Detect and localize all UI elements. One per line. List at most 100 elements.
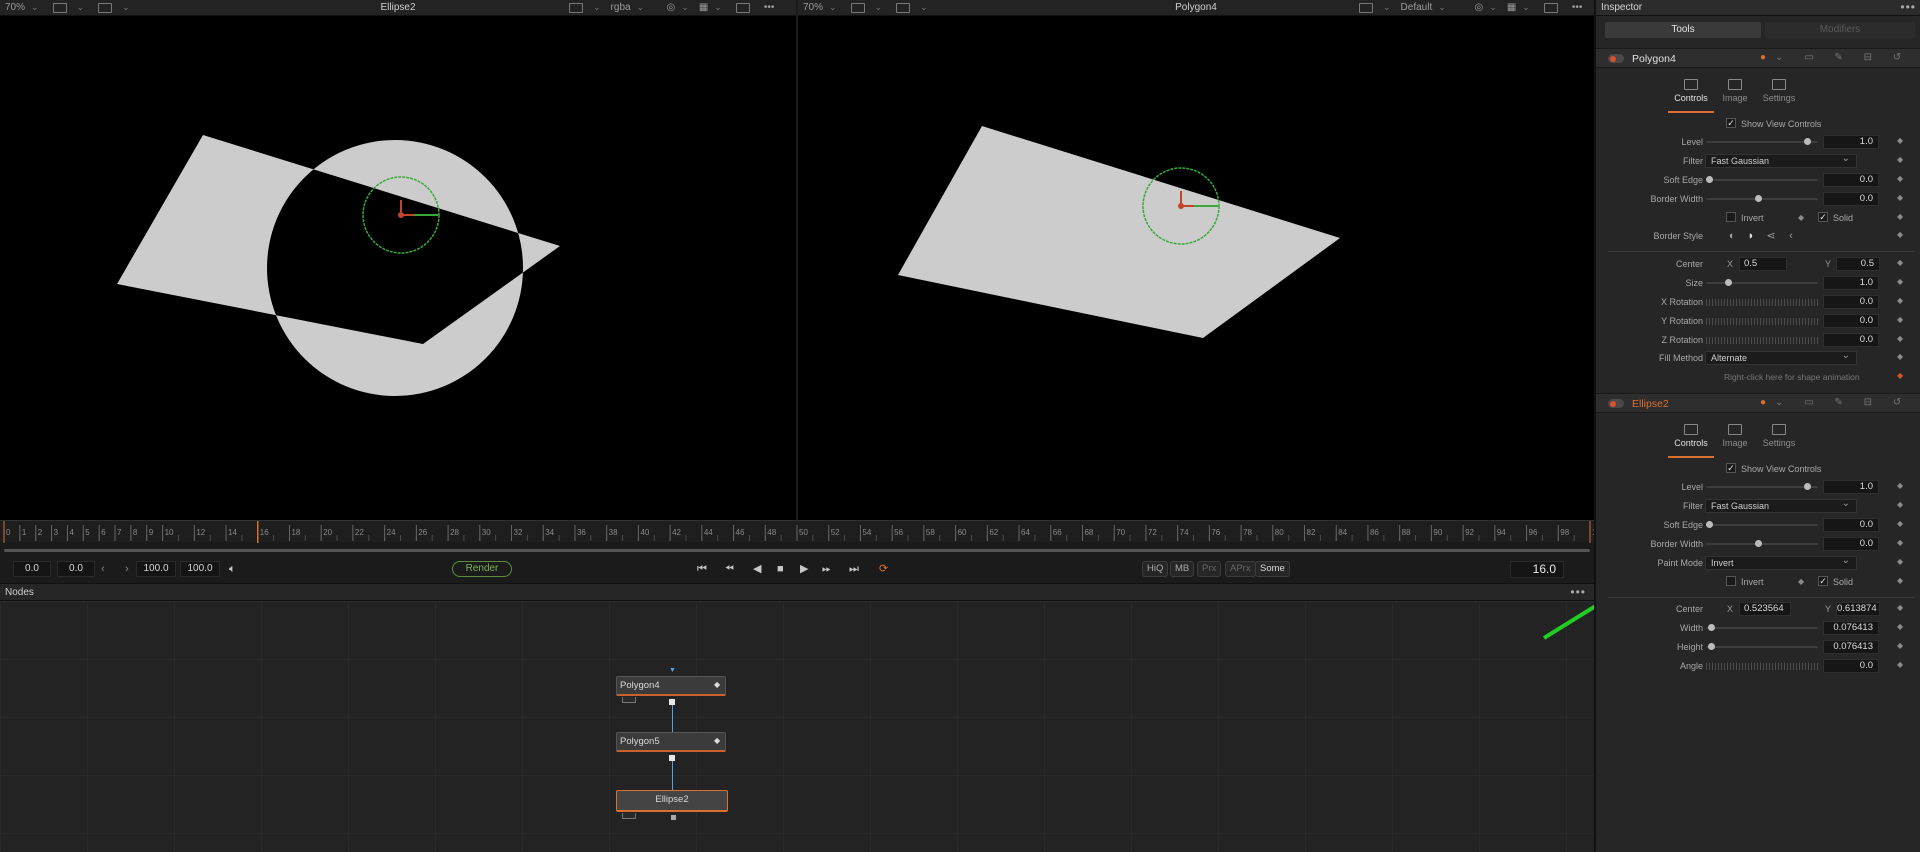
tool-enable-toggle[interactable] — [1608, 399, 1624, 408]
subtab-settings[interactable]: Settings — [1756, 74, 1802, 110]
keyframe-icon[interactable] — [1897, 558, 1903, 564]
viewer-right-roi-button[interactable] — [1350, 0, 1396, 16]
viewer-right-layout-button[interactable] — [887, 0, 933, 16]
border-width-slider[interactable] — [1706, 195, 1818, 202]
go-to-start-icon[interactable]: ⏮︎ — [697, 562, 707, 576]
color-dot-icon[interactable]: ● — [1760, 397, 1775, 408]
viewer-right-fit-button[interactable] — [842, 0, 888, 16]
viewer-left-layout-button[interactable] — [89, 0, 135, 16]
play-reverse-icon[interactable]: ◀ — [753, 562, 761, 576]
width-value[interactable]: 0.076413 — [1823, 621, 1879, 635]
tool-header-ellipse2[interactable]: Ellipse2 ●⌄ ▭ ✎ ⊟ ↺ — [1596, 393, 1920, 413]
tab-tools[interactable]: Tools — [1605, 22, 1761, 38]
global-start-field[interactable]: 0.0 — [13, 561, 51, 577]
keyframe-icon[interactable] — [1897, 137, 1903, 143]
fill-method-dropdown[interactable]: Alternate — [1705, 350, 1857, 365]
subtab-image[interactable]: Image — [1712, 419, 1758, 455]
level-value[interactable]: 1.0 — [1823, 480, 1879, 494]
angle-value[interactable]: 0.0 — [1823, 659, 1879, 673]
border-style-bevel-icon[interactable]: ◖ — [1725, 230, 1737, 242]
width-slider[interactable] — [1706, 624, 1818, 631]
solid-checkbox[interactable]: ✓ — [1818, 212, 1828, 222]
keyframe-icon[interactable] — [1897, 661, 1903, 667]
invert-checkbox[interactable] — [1726, 576, 1736, 586]
center-y-value[interactable]: 0.5 — [1836, 257, 1880, 271]
z-rotation-value[interactable]: 0.0 — [1823, 333, 1879, 347]
viewer-left-roi-button[interactable] — [560, 0, 606, 16]
keyframe-icon[interactable] — [1897, 482, 1903, 488]
keyframe-icon[interactable] — [1897, 642, 1903, 648]
keyframe-icon[interactable] — [1897, 194, 1903, 200]
size-slider[interactable] — [1706, 279, 1818, 286]
loop-icon[interactable]: ⟳ — [879, 562, 888, 576]
proxy-toggle[interactable]: Prx — [1197, 561, 1222, 577]
keyframe-icon[interactable] — [1897, 335, 1903, 341]
paint-mode-dropdown[interactable]: Invert — [1705, 555, 1857, 570]
viewer-right-lut-button[interactable]: ◎ — [1470, 0, 1502, 16]
solid-checkbox[interactable]: ✓ — [1818, 576, 1828, 586]
keyframe-icon[interactable] — [1897, 259, 1903, 265]
viewer-left-stereo-button[interactable] — [727, 0, 759, 16]
keyframe-icon[interactable] — [1897, 213, 1903, 219]
render-button[interactable]: Render — [452, 561, 512, 577]
viewer-right-zoom[interactable]: 70% — [798, 0, 842, 16]
keyframe-icon[interactable] — [1897, 353, 1903, 359]
viewer-right-lut[interactable]: Default — [1396, 0, 1470, 16]
play-icon[interactable]: ▶ — [800, 562, 808, 576]
show-view-controls-checkbox[interactable]: ✓ — [1726, 118, 1736, 128]
border-width-value[interactable]: 0.0 — [1823, 192, 1879, 206]
border-style-round-icon[interactable]: ◗ — [1745, 230, 1757, 242]
show-view-controls-checkbox[interactable]: ✓ — [1726, 463, 1736, 473]
y-rotation-dial[interactable] — [1706, 318, 1818, 325]
center-x-value[interactable]: 0.5 — [1739, 257, 1787, 271]
viewer-left-channel[interactable]: rgba — [606, 0, 662, 16]
soft-edge-value[interactable]: 0.0 — [1823, 173, 1879, 187]
angle-dial[interactable] — [1706, 663, 1818, 670]
render-start-field[interactable]: 0.0 — [57, 561, 95, 577]
viewer-left-lut-button[interactable]: ◎ — [662, 0, 694, 16]
level-slider[interactable] — [1706, 483, 1818, 490]
invert-keyframe-icon[interactable]: ◆ — [1798, 213, 1804, 222]
keyframe-icon[interactable] — [1897, 604, 1903, 610]
fast-forward-icon[interactable]: ⏩︎ — [822, 562, 831, 576]
time-ruler[interactable]: 0 1 2 3 4 5 6 7 8 9 10 12 14 16 18 20 22 24 26 28 30 32 34 36 38… — [0, 520, 1606, 543]
soft-edge-slider[interactable] — [1706, 521, 1818, 528]
viewer-left[interactable] — [0, 16, 796, 520]
selective-update-toggle[interactable]: Some — [1255, 561, 1290, 577]
invert-keyframe-icon[interactable]: ◆ — [1798, 577, 1804, 586]
center-x-value[interactable]: 0.523564 — [1739, 602, 1791, 616]
size-value[interactable]: 1.0 — [1823, 276, 1879, 290]
level-slider[interactable] — [1706, 138, 1818, 145]
subtab-controls[interactable]: Controls — [1668, 419, 1714, 458]
filter-dropdown[interactable]: Fast Gaussian — [1705, 153, 1857, 168]
hiq-toggle[interactable]: HiQ — [1142, 561, 1169, 577]
viewer-right-grid-button[interactable]: ▦ — [1502, 0, 1535, 16]
rewind-icon[interactable]: ⏪︎ — [725, 562, 734, 576]
shape-animation-hint[interactable]: Right-click here for shape animation — [1724, 372, 1860, 382]
subtab-image[interactable]: Image — [1712, 74, 1758, 110]
viewer-left-grid-button[interactable]: ▦ — [694, 0, 727, 16]
viewer-left-more-button[interactable]: ••• — [759, 0, 780, 16]
keyframe-icon[interactable] — [1897, 623, 1903, 629]
keyframe-icon[interactable] — [1897, 316, 1903, 322]
soft-edge-value[interactable]: 0.0 — [1823, 518, 1879, 532]
y-rotation-value[interactable]: 0.0 — [1823, 314, 1879, 328]
step-forward-icon[interactable]: › — [125, 562, 129, 576]
inspector-more-button[interactable]: ••• — [1900, 0, 1916, 14]
render-end-field[interactable]: 100.0 — [136, 561, 176, 577]
keyframe-icon[interactable] — [1897, 501, 1903, 507]
color-dot-icon[interactable]: ● — [1760, 52, 1775, 63]
keyframe-icon[interactable] — [1897, 577, 1903, 583]
stop-icon[interactable]: ■ — [777, 562, 784, 576]
keyframe-icon[interactable] — [1897, 520, 1903, 526]
step-back-icon[interactable]: ‹ — [101, 562, 105, 576]
height-value[interactable]: 0.076413 — [1823, 640, 1879, 654]
viewer-right-more-button[interactable]: ••• — [1567, 0, 1588, 16]
node-polygon5[interactable]: Polygon5 ◆ — [616, 732, 726, 752]
go-to-end-icon[interactable]: ⏭︎ — [849, 562, 859, 576]
viewer-right-stereo-button[interactable] — [1535, 0, 1567, 16]
node-ellipse2[interactable]: Ellipse2 — [616, 790, 728, 812]
keyframe-icon[interactable] — [1897, 278, 1903, 284]
auto-proxy-toggle[interactable]: APrx — [1225, 561, 1256, 577]
keyframe-icon[interactable] — [1897, 156, 1903, 162]
